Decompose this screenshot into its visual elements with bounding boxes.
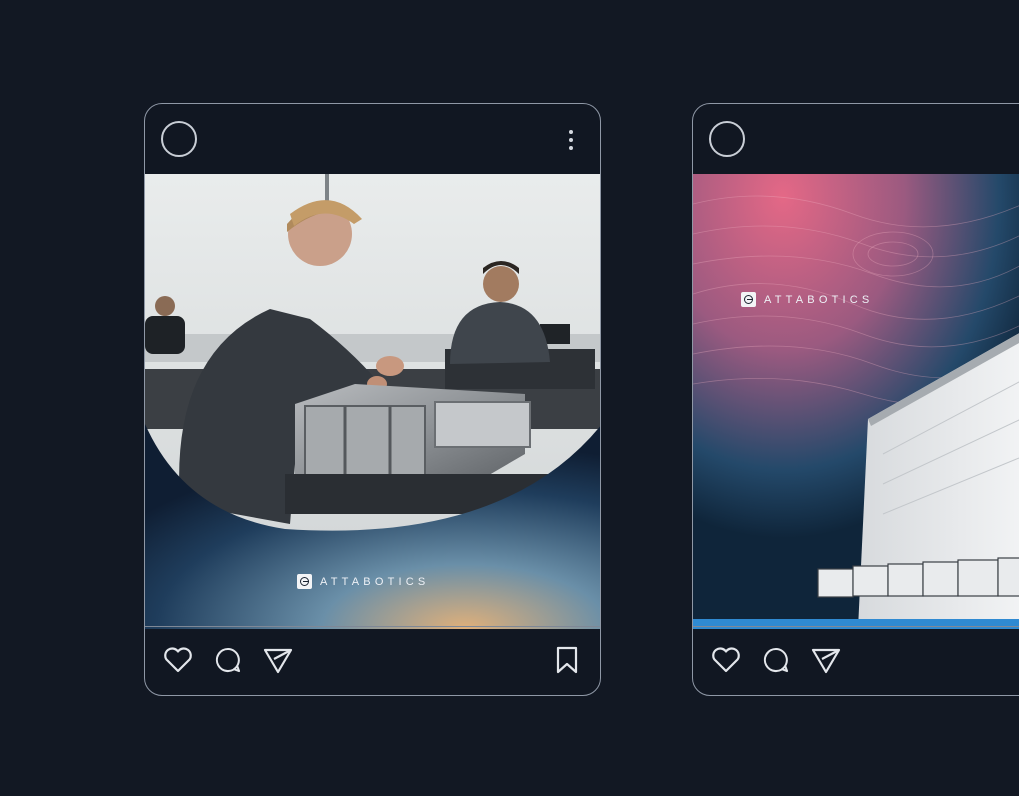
- post-image-illustration: [145, 174, 600, 629]
- brand-logo-text: ATTABOTICS: [764, 293, 874, 306]
- comment-icon[interactable]: [211, 643, 245, 677]
- post-image-illustration: [693, 174, 1019, 629]
- social-post-card: ATTABOTICS: [692, 103, 1019, 696]
- heart-icon[interactable]: [709, 643, 743, 677]
- send-icon[interactable]: [809, 643, 843, 677]
- bookmark-icon[interactable]: [550, 643, 584, 677]
- brand-logo-text: ATTABOTICS: [320, 575, 430, 588]
- avatar[interactable]: [709, 121, 745, 157]
- send-icon[interactable]: [261, 643, 295, 677]
- post-header: [145, 104, 600, 174]
- more-vertical-icon[interactable]: [569, 130, 573, 150]
- post-image: ATTABOTICS: [693, 174, 1019, 629]
- brand-logo: ATTABOTICS: [741, 292, 873, 307]
- brand-logo: ATTABOTICS: [297, 574, 429, 589]
- attabotics-logo-icon: [741, 292, 756, 307]
- social-post-card: ATTABOTICS: [144, 103, 601, 696]
- avatar[interactable]: [161, 121, 197, 157]
- heart-icon[interactable]: [161, 643, 195, 677]
- post-action-bar: [693, 626, 1019, 695]
- post-header: [693, 104, 1019, 174]
- attabotics-logo-icon: [297, 574, 312, 589]
- comment-icon[interactable]: [759, 643, 793, 677]
- post-action-bar: [145, 626, 600, 695]
- post-image: ATTABOTICS: [145, 174, 600, 629]
